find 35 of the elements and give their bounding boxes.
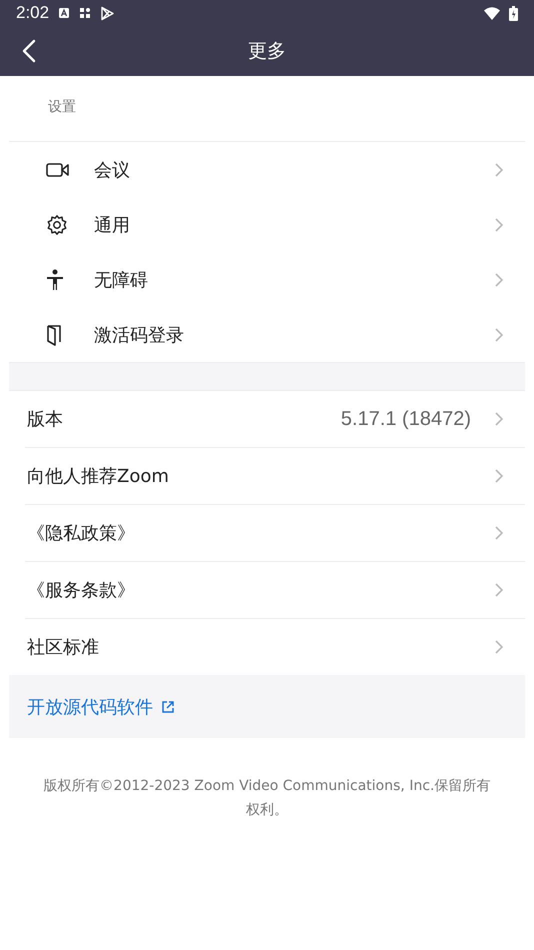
version-number: 5.17.1 (18472) [340, 408, 471, 430]
info-item[interactable]: 社区标准 [25, 619, 525, 675]
back-button[interactable] [22, 39, 36, 63]
accessibility-icon [46, 268, 64, 290]
chevron-right-icon [495, 469, 503, 483]
battery-icon [509, 6, 518, 20]
settings-item[interactable]: 无障碍 [9, 252, 525, 307]
chevron-right-icon [495, 640, 503, 654]
chevron-right-icon [495, 162, 503, 176]
info-item[interactable]: 向他人推荐Zoom [25, 448, 525, 505]
notification-icon [58, 7, 70, 19]
grid-icon [79, 7, 92, 19]
settings-item[interactable]: 会议 [9, 142, 525, 197]
chevron-right-icon [495, 583, 503, 597]
settings-item[interactable]: 激活码登录 [9, 307, 525, 362]
status-time: 2:02 [16, 3, 50, 23]
chevron-right-icon [495, 328, 503, 342]
open-source-link[interactable]: 开放源代码软件 [27, 694, 153, 718]
info-item[interactable]: 版本 5.17.1 (18472) [25, 391, 525, 448]
external-link-icon [161, 700, 175, 714]
wifi-icon [484, 6, 500, 20]
info-item[interactable]: 《隐私政策》 [25, 505, 525, 562]
section-heading: 设置 [9, 76, 525, 142]
chevron-right-icon [495, 526, 503, 540]
chevron-right-icon [495, 272, 503, 286]
info-item[interactable]: 《服务条款》 [25, 562, 525, 619]
settings-item[interactable]: 通用 [9, 197, 525, 252]
page-title: 更多 [248, 39, 286, 64]
copyright-text: 版权所有©2012-2023 Zoom Video Communications, Inc.保留所有权利。 [42, 777, 492, 820]
chevron-right-icon [495, 412, 503, 426]
door-icon [46, 324, 62, 346]
video-camera-icon [46, 162, 70, 178]
play-store-icon [100, 6, 116, 20]
chevron-right-icon [495, 218, 503, 232]
settings-icon [46, 214, 68, 236]
